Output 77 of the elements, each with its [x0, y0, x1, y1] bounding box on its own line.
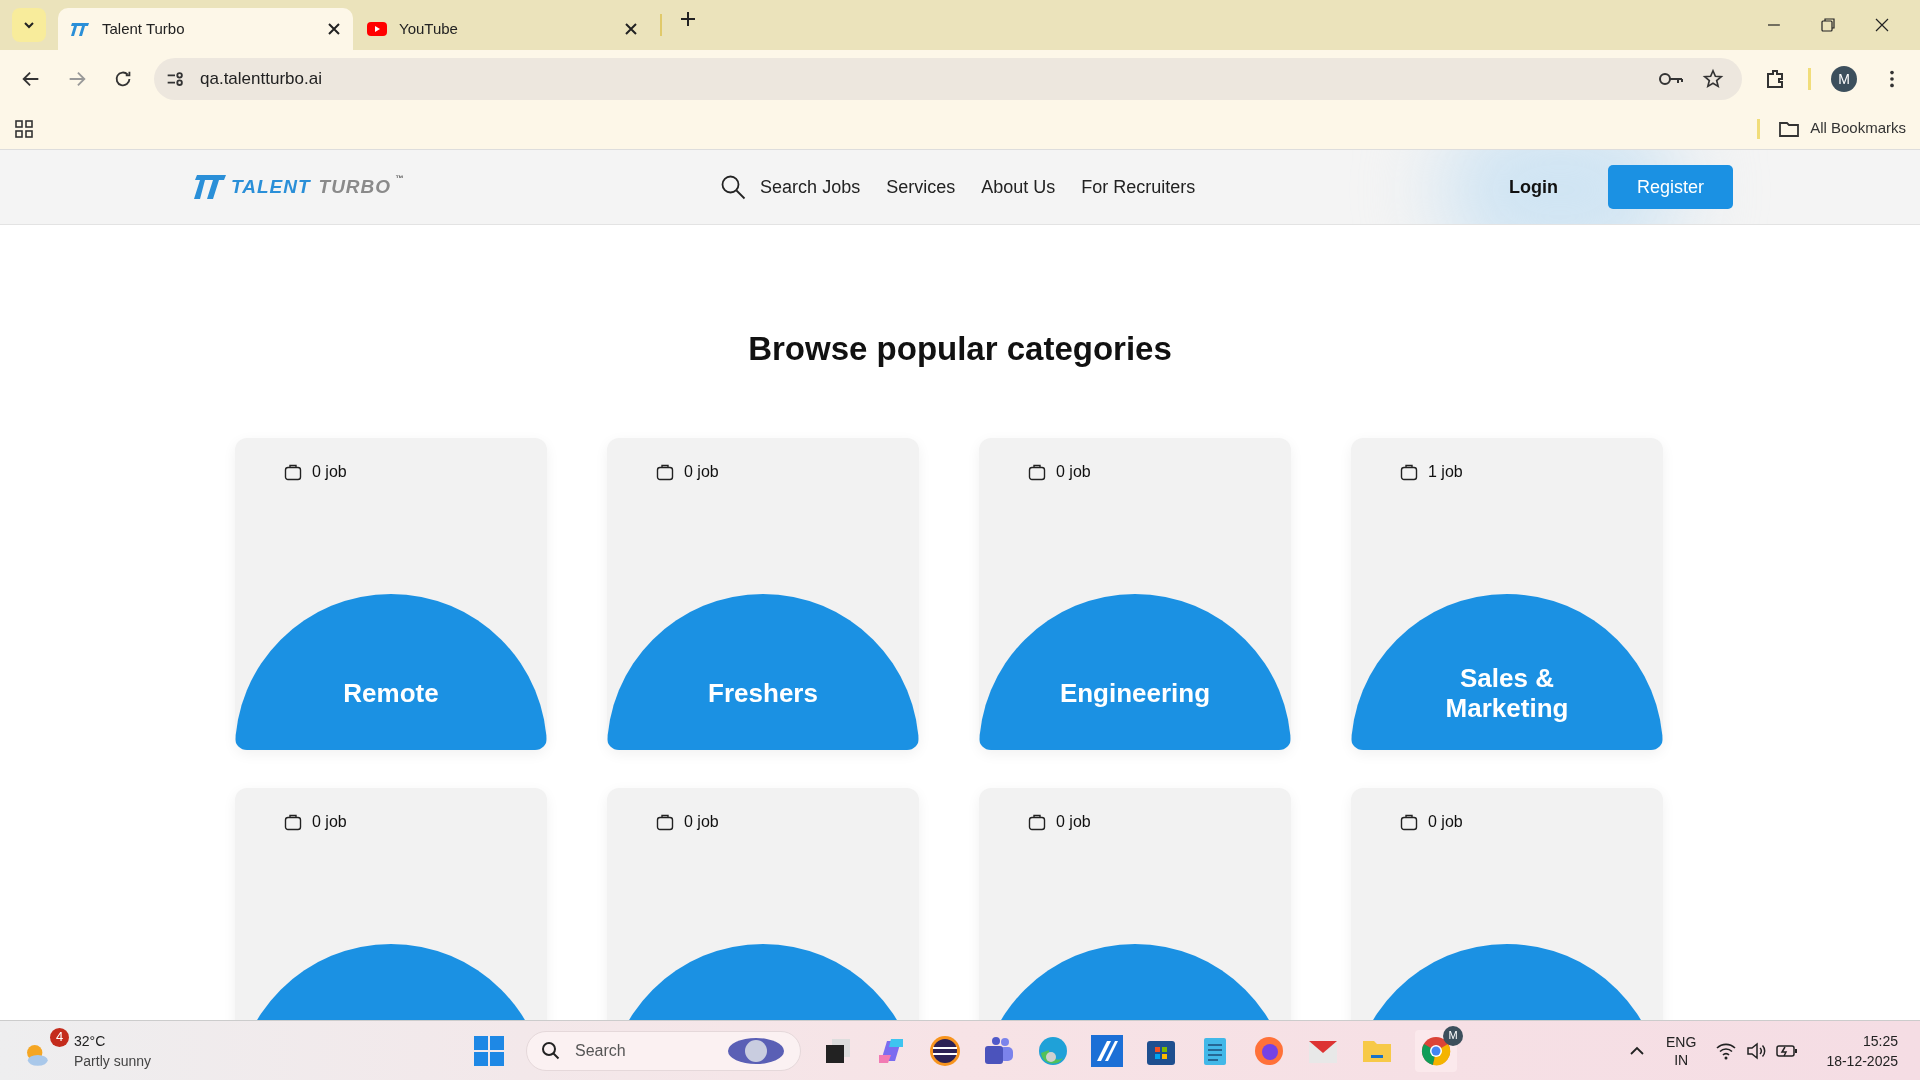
moon-icon: [726, 1035, 786, 1066]
tab-logo-icon: [70, 21, 90, 37]
region-text[interactable]: IN: [1674, 1050, 1689, 1069]
trademark-mark: ™: [395, 172, 404, 185]
search-icon: [720, 174, 747, 200]
app-icon[interactable]: [1091, 1034, 1123, 1067]
briefcase-icon: [1028, 812, 1046, 831]
nav-link[interactable]: About Us: [981, 173, 1056, 201]
briefcase-icon: [1400, 462, 1418, 481]
logo-text: TALENT: [231, 174, 311, 199]
browser-tab[interactable]: YouTube: [355, 8, 650, 50]
language-text[interactable]: ENG: [1666, 1032, 1697, 1051]
apps-grid-icon[interactable]: [14, 118, 34, 139]
new-tab-icon[interactable]: [680, 10, 696, 27]
url-text: qa.talentturbo.ai: [200, 68, 322, 91]
job-count: 0 job: [1056, 811, 1091, 832]
taskbar-search-field[interactable]: Search: [526, 1030, 801, 1071]
category-card[interactable]: 0 job Engineering: [979, 437, 1291, 750]
tab-title: Talent Turbo: [102, 18, 186, 39]
eclipse-icon[interactable]: [929, 1034, 961, 1067]
talent-turbo-logo[interactable]: TALENT TURBO ™: [193, 172, 404, 202]
all-bookmarks-link[interactable]: All Bookmarks: [1810, 117, 1906, 140]
tab-title: YouTube: [399, 18, 459, 39]
category-card[interactable]: 0 job: [1351, 787, 1663, 1020]
briefcase-icon: [1400, 812, 1418, 831]
temperature-text: 32°C: [74, 1031, 107, 1051]
nav-link[interactable]: Search Jobs: [720, 173, 861, 201]
category-name: Sales & Marketing: [1444, 661, 1570, 725]
logo-text: TURBO: [318, 174, 392, 199]
clock-time[interactable]: 15:25: [1862, 1030, 1898, 1051]
briefcase-icon: [656, 812, 674, 831]
section-heading: Browse popular categories: [748, 329, 1172, 369]
weather-text: Partly sunny: [74, 1051, 152, 1071]
profile-badge: M: [1443, 1025, 1463, 1046]
volume-icon[interactable]: [1746, 1041, 1767, 1060]
logo-mark-icon: [193, 173, 227, 202]
restore-icon[interactable]: [1820, 17, 1836, 33]
nav-link[interactable]: Services: [886, 173, 956, 201]
tab-list-button[interactable]: [12, 8, 46, 42]
close-icon[interactable]: [624, 22, 638, 36]
briefcase-icon: [1028, 462, 1046, 481]
close-icon[interactable]: [1874, 17, 1890, 33]
notification-badge: 4: [50, 1027, 69, 1047]
search-icon: [541, 1040, 561, 1061]
star-icon[interactable]: [1702, 68, 1724, 90]
start-icon[interactable]: [474, 1035, 504, 1066]
profile-avatar[interactable]: M: [1831, 66, 1857, 92]
teams-icon[interactable]: [983, 1034, 1015, 1067]
clock-date[interactable]: 18-12-2025: [1826, 1050, 1898, 1071]
login-button[interactable]: Login: [1497, 165, 1570, 209]
job-count: 0 job: [1428, 811, 1463, 832]
category-card[interactable]: 1 job Sales & Marketing: [1351, 437, 1663, 750]
job-count: 0 job: [684, 811, 719, 832]
category-card[interactable]: 0 job Freshers: [607, 437, 919, 750]
category-name: Engineering: [1059, 676, 1211, 710]
job-count: 0 job: [1056, 461, 1091, 482]
close-icon[interactable]: [327, 22, 341, 36]
briefcase-icon: [284, 812, 302, 831]
firefox-icon[interactable]: [1253, 1034, 1285, 1067]
briefcase-icon: [656, 462, 674, 481]
play-icon: [367, 22, 387, 36]
category-card[interactable]: 0 job Remote: [235, 437, 547, 750]
address-bar[interactable]: qa.talentturbo.ai: [154, 58, 1742, 100]
nav-link[interactable]: For Recruiters: [1081, 173, 1196, 201]
category-card[interactable]: 0 job: [235, 787, 547, 1020]
job-count: 1 job: [1428, 461, 1463, 482]
browser-tab[interactable]: Talent Turbo: [58, 8, 353, 50]
category-card[interactable]: 0 job: [979, 787, 1291, 1020]
wifi-icon[interactable]: [1716, 1041, 1737, 1060]
category-name: Remote: [342, 676, 440, 710]
category-card[interactable]: 0 job: [607, 787, 919, 1020]
category-name: Freshers: [707, 676, 819, 710]
job-count: 0 job: [312, 811, 347, 832]
job-count: 0 job: [684, 461, 719, 482]
job-count: 0 job: [312, 461, 347, 482]
briefcase-icon: [284, 462, 302, 481]
search-placeholder: Search: [575, 1040, 626, 1061]
